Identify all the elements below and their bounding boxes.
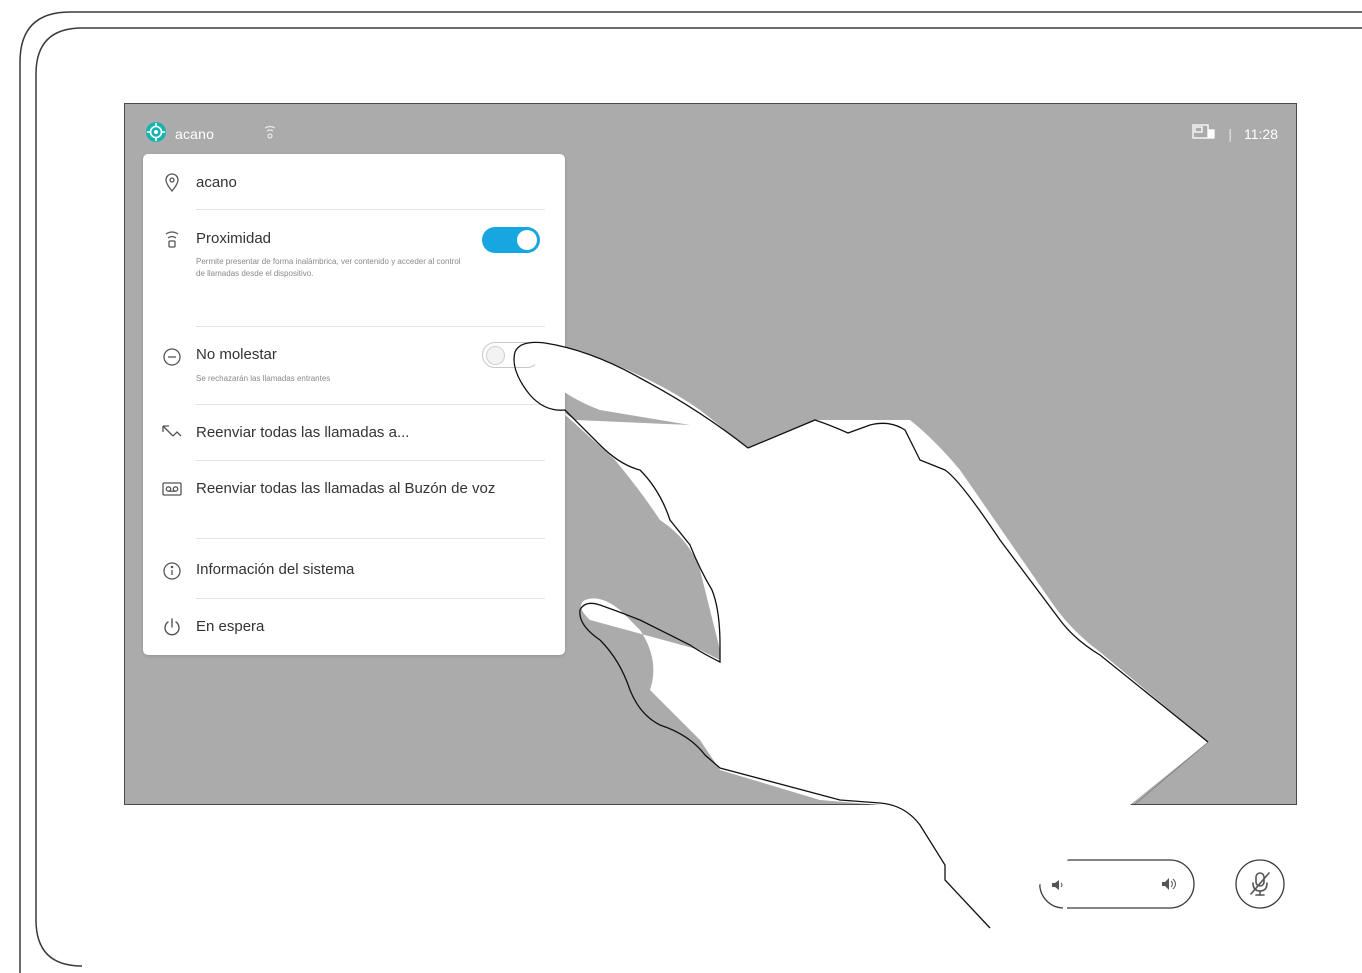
- touch-screen: acano | 11:28 acano Proximidad Permite p…: [124, 103, 1297, 805]
- divider: [196, 209, 545, 210]
- menu-item-label: Información del sistema: [196, 561, 355, 578]
- clock: 11:28: [1244, 126, 1278, 142]
- power-icon: [161, 616, 183, 638]
- menu-item-location[interactable]: acano: [143, 168, 565, 208]
- settings-gear-icon[interactable]: [145, 121, 167, 148]
- menu-item-label: Proximidad: [196, 230, 272, 247]
- proximity-status-icon: [262, 124, 278, 145]
- menu-item-system-info[interactable]: Información del sistema: [143, 554, 565, 594]
- menu-item-label: acano: [196, 174, 237, 191]
- divider: [196, 326, 545, 327]
- info-icon: [161, 560, 183, 582]
- proximity-toggle[interactable]: [482, 227, 540, 253]
- topbar-left: acano: [145, 120, 278, 148]
- volume-up-icon[interactable]: [1161, 877, 1181, 896]
- do-not-disturb-icon: [161, 346, 183, 368]
- location-pin-icon: [161, 172, 183, 194]
- volume-control[interactable]: [1037, 859, 1195, 909]
- settings-menu: acano Proximidad Permite presentar de fo…: [143, 154, 565, 655]
- self-view-icon[interactable]: [1192, 123, 1216, 145]
- menu-item-forward-all[interactable]: Reenviar todas las llamadas a...: [143, 418, 565, 458]
- menu-item-label: En espera: [196, 618, 265, 635]
- call-forward-icon: [161, 421, 183, 443]
- topbar-right: | 11:28: [1192, 120, 1278, 148]
- menu-item-proximity: Proximidad Permite presentar de forma in…: [143, 224, 565, 320]
- divider: [196, 404, 545, 405]
- divider: [196, 598, 545, 599]
- mute-button[interactable]: [1235, 859, 1285, 909]
- voicemail-icon: [161, 478, 183, 500]
- topbar-separator: |: [1228, 126, 1232, 142]
- microphone-muted-icon: [1248, 870, 1272, 903]
- menu-item-description: Permite presentar de forma inalámbrica, …: [196, 257, 461, 278]
- system-name[interactable]: acano: [175, 126, 214, 142]
- volume-down-icon[interactable]: [1051, 878, 1065, 896]
- menu-item-label: No molestar: [196, 346, 277, 363]
- menu-item-label: Reenviar todas las llamadas al Buzón de …: [196, 480, 496, 497]
- do-not-disturb-toggle[interactable]: [482, 342, 540, 368]
- menu-item-label: Reenviar todas las llamadas a...: [196, 424, 410, 441]
- menu-item-description: Se rechazarán las llamadas entrantes: [196, 374, 331, 383]
- divider: [196, 460, 545, 461]
- menu-item-do-not-disturb: No molestar Se rechazarán las llamadas e…: [143, 342, 565, 400]
- divider: [196, 538, 545, 539]
- menu-item-forward-voicemail[interactable]: Reenviar todas las llamadas al Buzón de …: [143, 474, 565, 530]
- proximity-icon: [161, 228, 183, 250]
- menu-item-standby[interactable]: En espera: [143, 612, 565, 652]
